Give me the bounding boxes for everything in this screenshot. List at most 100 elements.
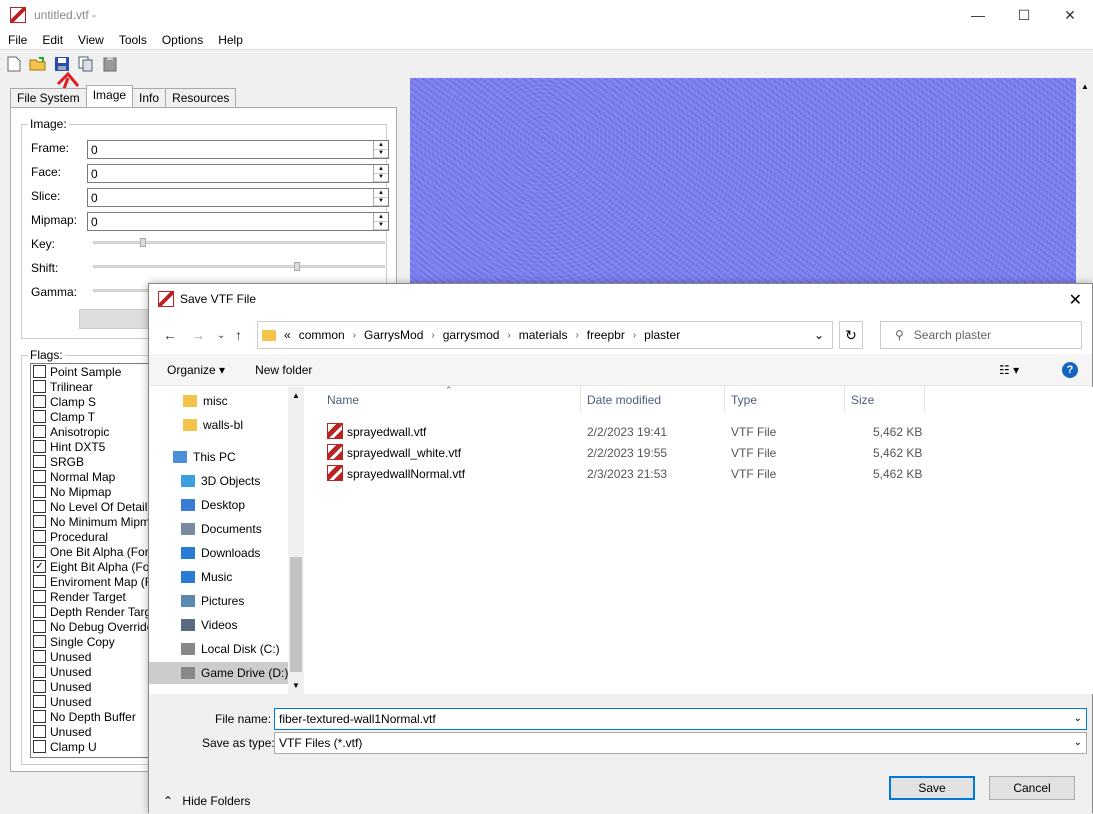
flag-item[interactable]: Trilinear	[31, 379, 159, 394]
menu-tools[interactable]: Tools	[111, 33, 154, 47]
flag-item[interactable]: Point Sample	[31, 364, 159, 379]
flag-checkbox[interactable]	[33, 590, 46, 603]
hide-folders-toggle[interactable]: ⌃ Hide Folders	[163, 794, 250, 808]
breadcrumb-overflow[interactable]: «	[284, 328, 299, 342]
flag-checkbox[interactable]	[33, 515, 46, 528]
save-button[interactable]: Save	[889, 776, 975, 800]
flag-checkbox[interactable]	[33, 725, 46, 738]
menu-help[interactable]: Help	[210, 33, 250, 47]
shift-slider-thumb[interactable]	[294, 262, 301, 271]
flag-checkbox[interactable]	[33, 545, 46, 558]
flag-item[interactable]: Unused	[31, 649, 159, 664]
flag-checkbox[interactable]	[33, 695, 46, 708]
flag-item[interactable]: No Mipmap	[31, 484, 159, 499]
tab-image[interactable]: Image	[85, 85, 134, 107]
flag-checkbox[interactable]	[33, 635, 46, 648]
flag-checkbox[interactable]	[33, 425, 46, 438]
chevron-down-icon[interactable]: ⌄	[1074, 737, 1082, 748]
shift-slider[interactable]	[93, 262, 385, 271]
file-row[interactable]: sprayedwall.vtf 2/2/2023 19:41 VTF File 5,4…	[305, 421, 1093, 442]
nav-item[interactable]: walls-bl	[149, 414, 243, 436]
flag-checkbox[interactable]	[33, 500, 46, 513]
tab-info[interactable]: Info	[132, 88, 167, 107]
flag-checkbox[interactable]	[33, 395, 46, 408]
back-arrow-icon[interactable]: ←	[163, 327, 177, 343]
menu-edit[interactable]: Edit	[34, 33, 70, 47]
chevron-down-icon[interactable]: ⌄	[814, 328, 824, 342]
face-spinbox[interactable]: 0 ▲ ▼	[87, 164, 389, 183]
breadcrumb-common[interactable]: common	[299, 328, 353, 342]
recent-dropdown-icon[interactable]: ⌄	[217, 330, 225, 341]
flag-checkbox[interactable]	[33, 365, 46, 378]
tab-resources[interactable]: Resources	[165, 88, 237, 107]
flag-item[interactable]: Render Target	[31, 589, 159, 604]
chevron-right-icon[interactable]: ›	[431, 330, 442, 341]
flag-item[interactable]: Anisotropic	[31, 424, 159, 439]
flag-item[interactable]: Clamp U	[31, 739, 159, 754]
flag-checkbox[interactable]: ✓	[33, 560, 46, 573]
nav-item[interactable]: misc	[149, 390, 228, 412]
column-date-modified[interactable]: Date modified	[581, 387, 725, 413]
flag-item[interactable]: Unused	[31, 679, 159, 694]
mipmap-spinbox[interactable]: 0 ▲ ▼	[87, 212, 389, 231]
file-name-input[interactable]: fiber-textured-wall1Normal.vtf ⌄	[274, 708, 1087, 730]
minimize-button[interactable]: —	[955, 0, 1001, 30]
nav-item[interactable]: This PC	[149, 446, 236, 468]
save-as-type-select[interactable]: VTF Files (*.vtf) ⌄	[274, 732, 1087, 754]
flag-item[interactable]: No Minimum Mipmap	[31, 514, 159, 529]
dialog-close-icon[interactable]: ✕	[1069, 290, 1082, 310]
flag-item[interactable]: Procedural	[31, 529, 159, 544]
flag-checkbox[interactable]	[33, 710, 46, 723]
forward-arrow-icon[interactable]: →	[191, 327, 205, 343]
breadcrumb-plaster[interactable]: plaster	[644, 328, 688, 342]
search-box[interactable]: ⚲ Search plaster	[880, 321, 1082, 349]
key-slider-thumb[interactable]	[139, 238, 146, 247]
close-button[interactable]: ✕	[1047, 0, 1093, 30]
breadcrumb-materials[interactable]: materials	[519, 328, 576, 342]
file-row[interactable]: sprayedwallNormal.vtf 2/3/2023 21:53 VTF F…	[305, 463, 1093, 484]
open-folder-icon[interactable]	[29, 55, 47, 73]
help-icon[interactable]: ?	[1062, 362, 1078, 378]
address-bar[interactable]: « common › GarrysMod › garrysmod › mater…	[257, 321, 833, 349]
flag-checkbox[interactable]	[33, 680, 46, 693]
paste-icon[interactable]	[101, 55, 119, 73]
flag-item[interactable]: ✓ Eight Bit Alpha (Format)	[31, 559, 159, 574]
flag-checkbox[interactable]	[33, 665, 46, 678]
view-options-icon[interactable]: ☷ ▾	[999, 363, 1019, 377]
maximize-button[interactable]: ☐	[1001, 0, 1047, 30]
flag-item[interactable]: Normal Map	[31, 469, 159, 484]
flag-item[interactable]: Clamp T	[31, 409, 159, 424]
flag-item[interactable]: Enviroment Map (Format)	[31, 574, 159, 589]
chevron-right-icon[interactable]: ›	[633, 330, 644, 341]
apply-button[interactable]	[79, 309, 151, 329]
nav-item[interactable]: Desktop	[149, 494, 245, 516]
save-icon[interactable]	[53, 55, 71, 73]
flag-checkbox[interactable]	[33, 740, 46, 753]
tab-file-system[interactable]: File System	[10, 88, 87, 107]
flag-checkbox[interactable]	[33, 620, 46, 633]
organize-button[interactable]: Organize ▾	[167, 363, 225, 377]
frame-spinbox[interactable]: 0 ▲ ▼	[87, 140, 389, 159]
flag-item[interactable]: Clamp S	[31, 394, 159, 409]
flag-checkbox[interactable]	[33, 455, 46, 468]
flag-checkbox[interactable]	[33, 440, 46, 453]
flag-checkbox[interactable]	[33, 485, 46, 498]
refresh-icon[interactable]: ↻	[839, 321, 863, 349]
nav-item[interactable]: Videos	[149, 614, 237, 636]
menu-options[interactable]: Options	[154, 33, 210, 47]
flag-item[interactable]: Unused	[31, 694, 159, 709]
column-type[interactable]: Type	[725, 387, 845, 413]
flag-item[interactable]: Hint DXT5	[31, 439, 159, 454]
nav-scrollbar-thumb[interactable]	[290, 557, 302, 672]
file-row[interactable]: sprayedwall_white.vtf 2/2/2023 19:55 VTF F…	[305, 442, 1093, 463]
flag-item[interactable]: Single Copy	[31, 634, 159, 649]
nav-item[interactable]: Game Drive (D:)	[149, 662, 288, 684]
nav-item[interactable]: Pictures	[149, 590, 244, 612]
chevron-right-icon[interactable]: ›	[507, 330, 518, 341]
chevron-down-icon[interactable]: ⌄	[1074, 713, 1082, 724]
column-size[interactable]: Size	[845, 387, 925, 413]
flag-item[interactable]: No Depth Buffer	[31, 709, 159, 724]
key-slider[interactable]	[93, 238, 385, 247]
preview-scrollbar[interactable]: ▲	[1077, 78, 1093, 283]
menu-view[interactable]: View	[70, 33, 111, 47]
